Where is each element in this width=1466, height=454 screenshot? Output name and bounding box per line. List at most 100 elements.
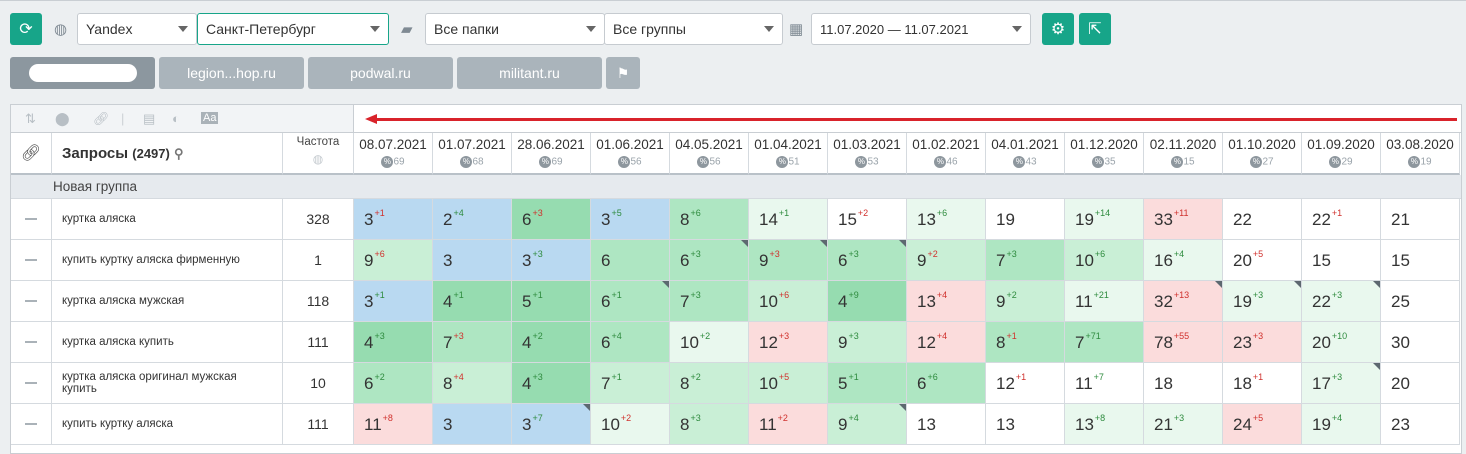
position-cell[interactable]: 7+3: [986, 240, 1065, 281]
position-cell[interactable]: 6+4: [591, 322, 670, 363]
date-column-header[interactable]: 01.09.2020% 29: [1302, 133, 1381, 175]
collapse-button[interactable]: [11, 363, 52, 404]
position-cell[interactable]: 19+14: [1065, 199, 1144, 240]
date-column-header[interactable]: 04.01.2021% 43: [986, 133, 1065, 175]
position-cell[interactable]: 5+1: [512, 281, 591, 322]
position-cell[interactable]: 78+55: [1144, 322, 1223, 363]
position-cell[interactable]: 3: [433, 240, 512, 281]
query-cell[interactable]: куртка аляска: [52, 199, 283, 240]
position-cell[interactable]: 6: [591, 240, 670, 281]
date-column-header[interactable]: 03.08.2020% 19: [1381, 133, 1460, 175]
position-cell[interactable]: 15: [1302, 240, 1381, 281]
position-cell[interactable]: 8+3: [670, 404, 749, 445]
position-cell[interactable]: 15: [1381, 240, 1460, 281]
collapse-button[interactable]: [11, 199, 52, 240]
refresh-button[interactable]: ⟳: [10, 13, 42, 45]
date-column-header[interactable]: 01.06.2021% 56: [591, 133, 670, 175]
query-cell[interactable]: купить куртку аляска фирменную: [52, 240, 283, 281]
position-cell[interactable]: 23+3: [1223, 322, 1302, 363]
position-cell[interactable]: 22+3: [1302, 281, 1381, 322]
position-cell[interactable]: 20+10: [1302, 322, 1381, 363]
position-cell[interactable]: 10+2: [670, 322, 749, 363]
date-column-header[interactable]: 04.05.2021% 56: [670, 133, 749, 175]
position-cell[interactable]: 11+21: [1065, 281, 1144, 322]
position-cell[interactable]: 3+5: [591, 199, 670, 240]
date-column-header[interactable]: 02.11.2020% 15: [1144, 133, 1223, 175]
collapse-button[interactable]: [11, 240, 52, 281]
position-cell[interactable]: 30: [1381, 322, 1460, 363]
date-column-header[interactable]: 01.12.2020% 35: [1065, 133, 1144, 175]
toggle-icon[interactable]: ⬤: [55, 111, 70, 127]
position-cell[interactable]: 9+6: [354, 240, 433, 281]
position-cell[interactable]: 3+7: [512, 404, 591, 445]
search-engine-select[interactable]: Yandex: [77, 13, 197, 45]
position-cell[interactable]: 22+1: [1302, 199, 1381, 240]
position-cell[interactable]: 13+4: [907, 281, 986, 322]
position-cell[interactable]: 8+6: [670, 199, 749, 240]
position-cell[interactable]: 33+11: [1144, 199, 1223, 240]
site-tab-militant[interactable]: militant.ru: [457, 57, 602, 89]
date-column-header[interactable]: 01.03.2021% 53: [828, 133, 907, 175]
position-cell[interactable]: 10+6: [749, 281, 828, 322]
position-cell[interactable]: 11+8: [354, 404, 433, 445]
query-cell[interactable]: куртка аляска мужская: [52, 281, 283, 322]
date-range-select[interactable]: 11.07.2020 — 11.07.2021: [811, 13, 1031, 45]
position-cell[interactable]: 3+3: [512, 240, 591, 281]
query-cell[interactable]: куртка аляска оригинал мужская купить: [52, 363, 283, 404]
position-cell[interactable]: 24+5: [1223, 404, 1302, 445]
site-tab-legion[interactable]: legion...hop.ru: [159, 57, 304, 89]
position-cell[interactable]: 11+7: [1065, 363, 1144, 404]
position-cell[interactable]: 17+3: [1302, 363, 1381, 404]
position-cell[interactable]: 6+3: [828, 240, 907, 281]
position-cell[interactable]: 6+3: [670, 240, 749, 281]
font-size-icon[interactable]: Aa: [201, 112, 219, 124]
position-cell[interactable]: 12+4: [907, 322, 986, 363]
position-cell[interactable]: 13: [907, 404, 986, 445]
position-cell[interactable]: 13+6: [907, 199, 986, 240]
flag-tab[interactable]: ⚑: [606, 57, 640, 89]
position-cell[interactable]: 9+2: [986, 281, 1065, 322]
position-cell[interactable]: 3+1: [354, 199, 433, 240]
position-cell[interactable]: 6+3: [512, 199, 591, 240]
group-row[interactable]: Новая группа: [11, 175, 1461, 199]
sort-icon[interactable]: ⇅: [25, 111, 36, 127]
position-cell[interactable]: 13: [986, 404, 1065, 445]
position-cell[interactable]: 25: [1381, 281, 1460, 322]
position-cell[interactable]: 9+3: [828, 322, 907, 363]
region-select[interactable]: Санкт-Петербург: [197, 13, 389, 45]
collapse-button[interactable]: [11, 322, 52, 363]
position-cell[interactable]: 11+2: [749, 404, 828, 445]
position-cell[interactable]: 13+8: [1065, 404, 1144, 445]
site-tab-podwal[interactable]: podwal.ru: [308, 57, 453, 89]
position-cell[interactable]: 4+3: [512, 363, 591, 404]
position-cell[interactable]: 14+1: [749, 199, 828, 240]
position-cell[interactable]: 7+1: [591, 363, 670, 404]
position-cell[interactable]: 12+1: [986, 363, 1065, 404]
position-cell[interactable]: 7+3: [670, 281, 749, 322]
position-cell[interactable]: 19: [986, 199, 1065, 240]
position-cell[interactable]: 3: [433, 404, 512, 445]
position-cell[interactable]: 21+3: [1144, 404, 1223, 445]
position-cell[interactable]: 15+2: [828, 199, 907, 240]
position-cell[interactable]: 16+4: [1144, 240, 1223, 281]
position-cell[interactable]: 18+1: [1223, 363, 1302, 404]
position-cell[interactable]: 3+1: [354, 281, 433, 322]
date-column-header[interactable]: 01.10.2020% 27: [1223, 133, 1302, 175]
position-cell[interactable]: 6+2: [354, 363, 433, 404]
position-cell[interactable]: 19+4: [1302, 404, 1381, 445]
position-cell[interactable]: 10+6: [1065, 240, 1144, 281]
folders-select[interactable]: Все папки: [425, 13, 605, 45]
date-column-header[interactable]: 01.02.2021% 46: [907, 133, 986, 175]
query-cell[interactable]: куртка аляска купить: [52, 322, 283, 363]
position-cell[interactable]: 9+2: [907, 240, 986, 281]
position-cell[interactable]: 10+2: [591, 404, 670, 445]
link-icon[interactable]: 🔗︎: [93, 111, 110, 127]
position-cell[interactable]: 4+1: [433, 281, 512, 322]
collapse-button[interactable]: [11, 281, 52, 322]
site-tab-hidden[interactable]: [10, 57, 155, 89]
search-icon[interactable]: ⚲: [174, 146, 184, 161]
position-cell[interactable]: 8+2: [670, 363, 749, 404]
collapse-button[interactable]: [11, 404, 52, 445]
position-cell[interactable]: 20+5: [1223, 240, 1302, 281]
groups-select[interactable]: Все группы: [604, 13, 783, 45]
